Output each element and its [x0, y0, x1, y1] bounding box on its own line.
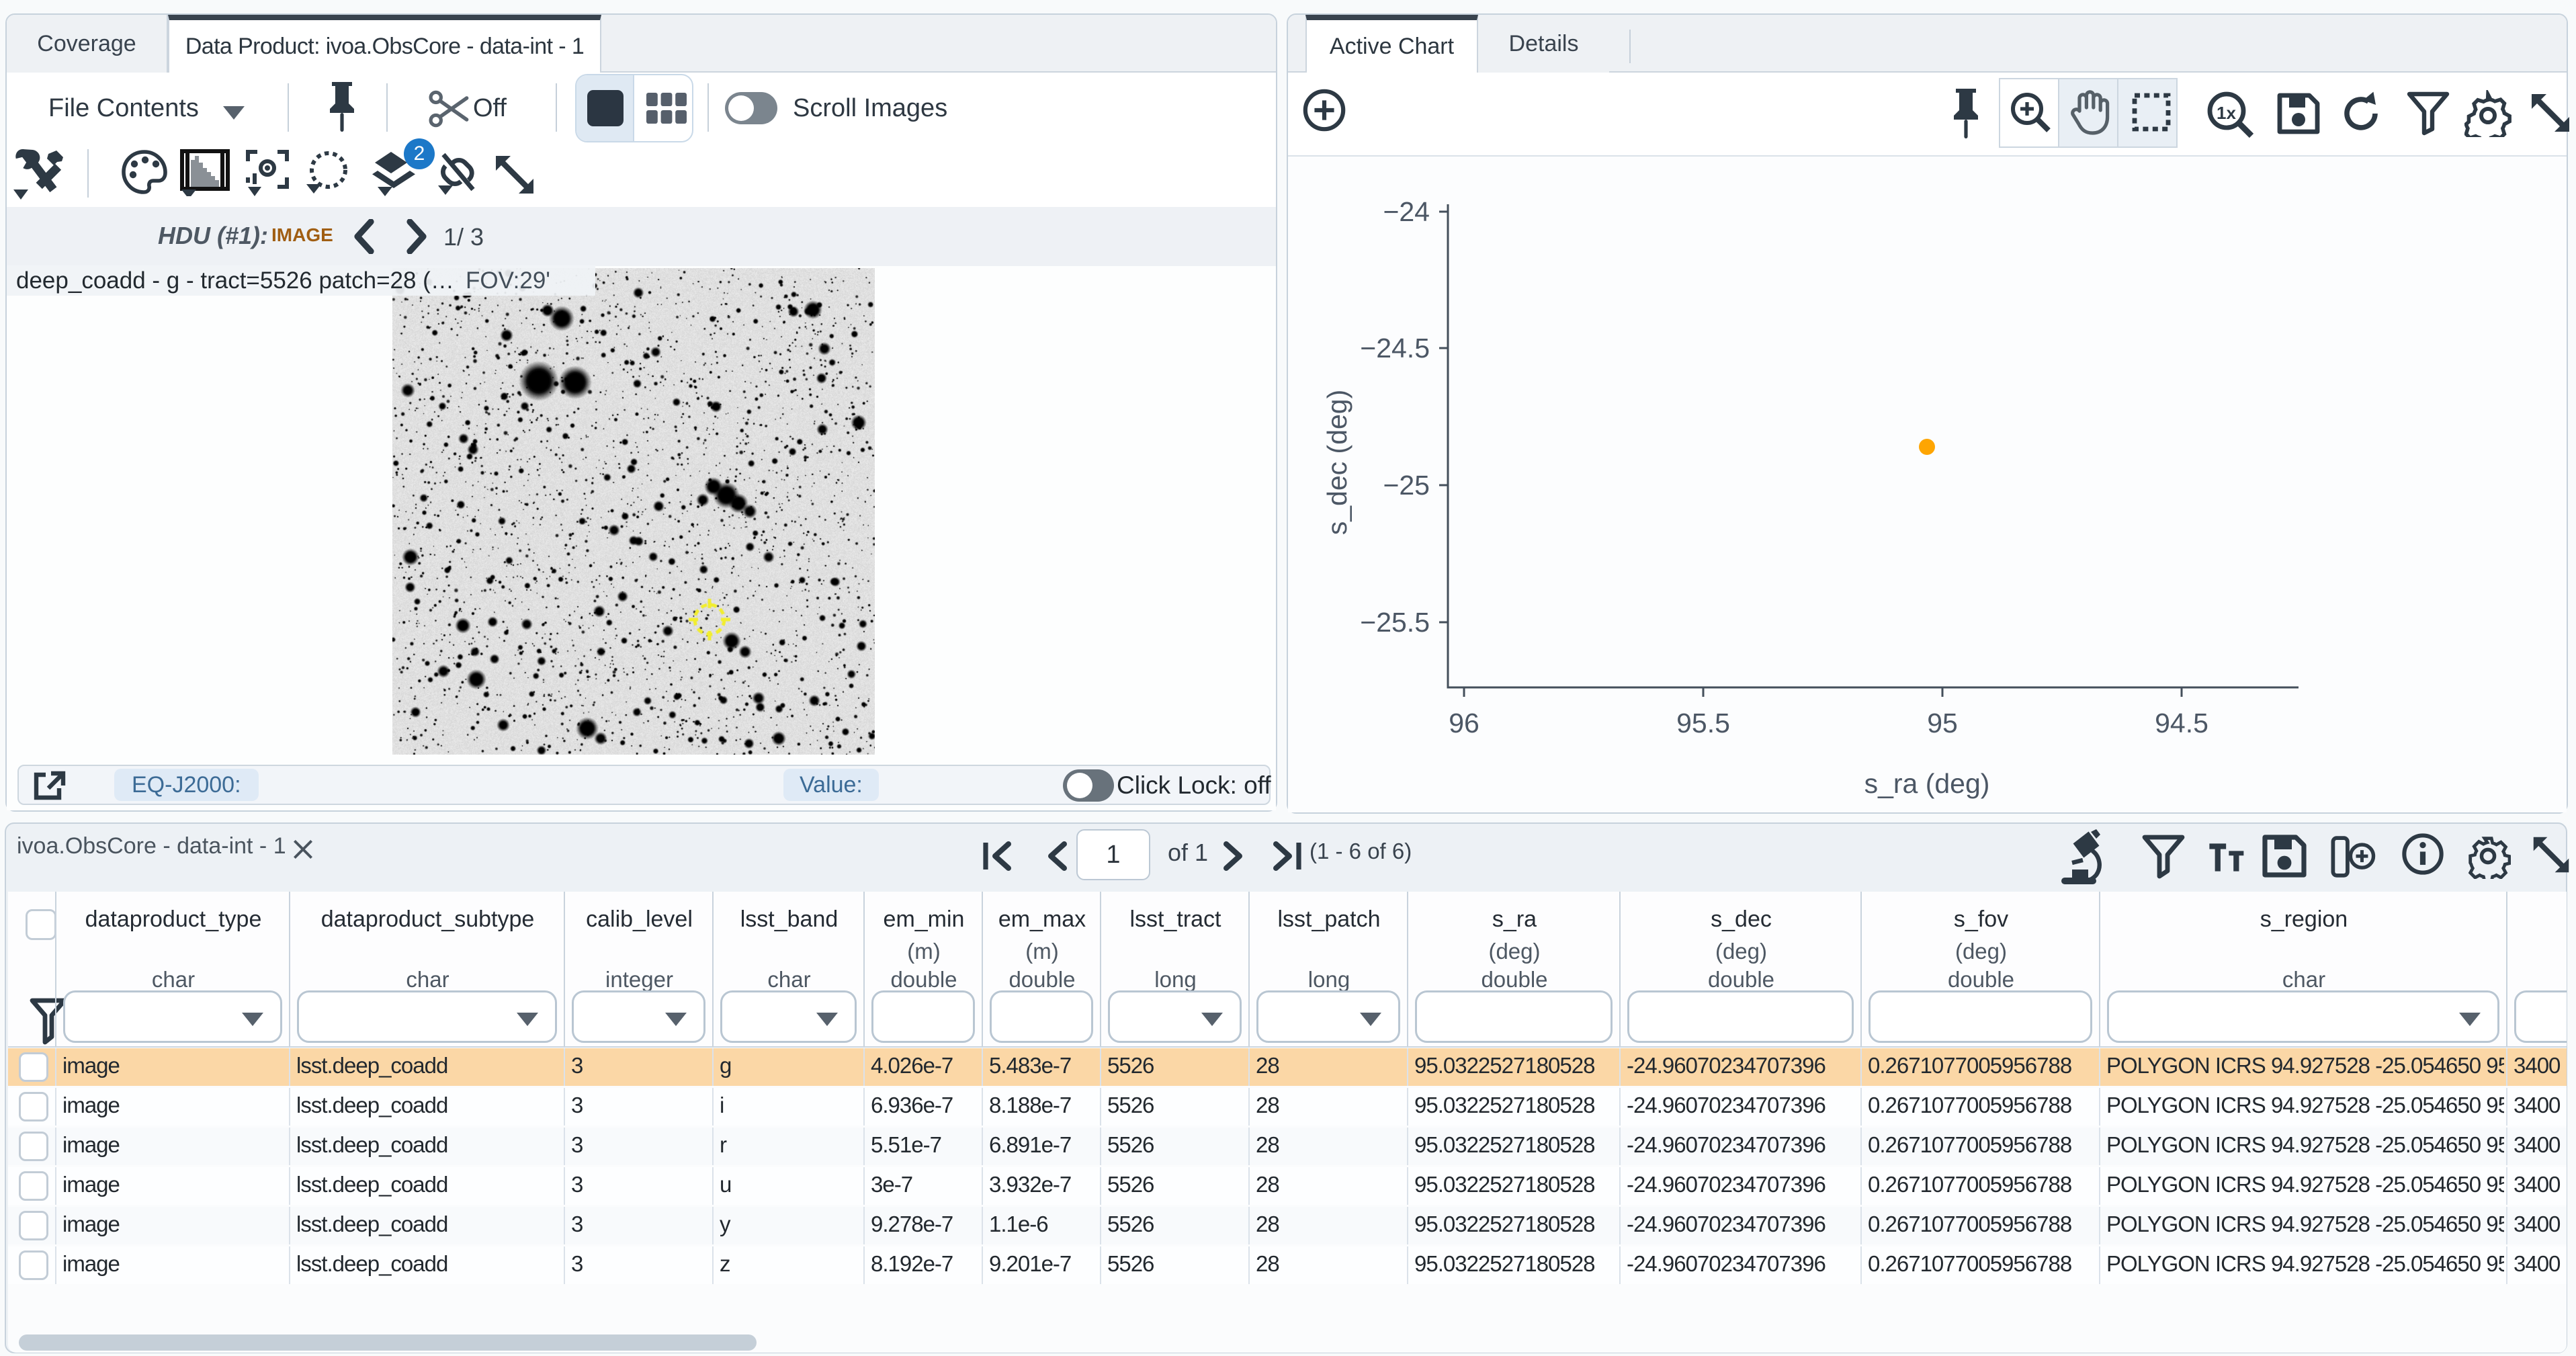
svg-text:95: 95	[1927, 708, 1958, 738]
svg-text:94.5: 94.5	[2155, 708, 2208, 738]
svg-text:s_ra (deg): s_ra (deg)	[1864, 768, 1990, 799]
svg-text:−24.5: −24.5	[1360, 333, 1430, 364]
svg-text:96: 96	[1449, 708, 1479, 738]
svg-text:s_dec (deg): s_dec (deg)	[1322, 390, 1353, 536]
svg-text:−25.5: −25.5	[1360, 607, 1430, 638]
svg-text:1x: 1x	[2217, 103, 2236, 123]
svg-text:−25: −25	[1383, 470, 1430, 501]
svg-text:−24: −24	[1383, 196, 1430, 227]
svg-text:95.5: 95.5	[1676, 708, 1730, 738]
